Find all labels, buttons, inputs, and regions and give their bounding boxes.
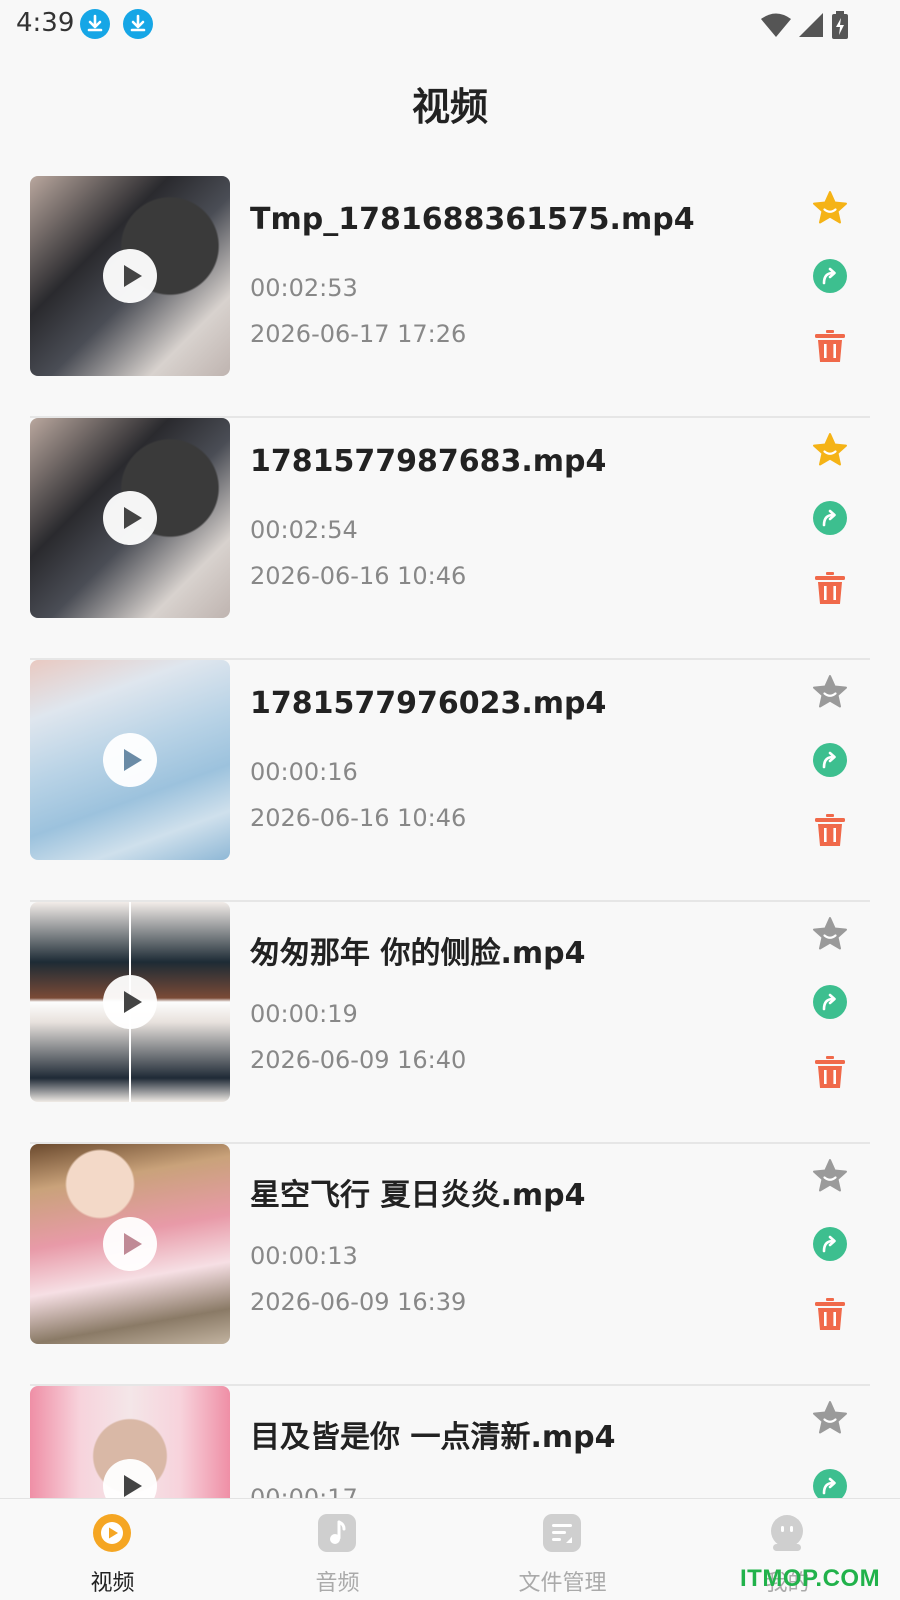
wifi-icon — [761, 13, 791, 37]
document-icon — [542, 1513, 582, 1553]
play-icon[interactable] — [103, 491, 157, 545]
video-item[interactable]: 星空飞行 夏日炎炎.mp4 00:00:13 2026-06-09 16:39 — [30, 1144, 870, 1386]
favorite-star-icon[interactable] — [812, 432, 848, 468]
video-name: 匆匆那年 你的侧脸.mp4 — [250, 936, 586, 971]
delete-trash-icon[interactable] — [812, 812, 848, 848]
share-icon[interactable] — [812, 258, 848, 294]
favorite-star-icon[interactable] — [812, 1158, 848, 1194]
profile-icon — [767, 1513, 807, 1553]
play-icon[interactable] — [103, 1459, 157, 1498]
video-thumbnail[interactable] — [30, 176, 230, 376]
share-icon[interactable] — [812, 1226, 848, 1262]
play-icon[interactable] — [103, 975, 157, 1029]
delete-trash-icon[interactable] — [812, 328, 848, 364]
status-time: 4:39 — [16, 8, 75, 38]
video-date: 2026-06-16 10:46 — [250, 804, 467, 832]
video-thumbnail[interactable] — [30, 660, 230, 860]
delete-trash-icon[interactable] — [812, 1054, 848, 1090]
video-item[interactable]: Tmp_1781688361575.mp4 00:02:53 2026-06-1… — [30, 176, 870, 418]
music-note-icon — [317, 1513, 357, 1553]
download-notification-icon — [123, 9, 153, 39]
play-icon[interactable] — [103, 1217, 157, 1271]
favorite-star-icon[interactable] — [812, 1400, 848, 1436]
play-circle-icon — [92, 1513, 132, 1553]
video-thumbnail[interactable] — [30, 1144, 230, 1344]
video-name: 1781577987683.mp4 — [250, 444, 607, 479]
tab-label: 视频 — [90, 1571, 135, 1596]
delete-trash-icon[interactable] — [812, 570, 848, 606]
video-duration: 00:00:16 — [250, 758, 358, 786]
video-thumbnail[interactable] — [30, 418, 230, 618]
play-icon[interactable] — [103, 249, 157, 303]
page-title: 视频 — [411, 85, 488, 129]
video-duration: 00:00:13 — [250, 1242, 358, 1270]
video-duration: 00:00:17 — [250, 1484, 358, 1498]
video-duration: 00:02:54 — [250, 516, 358, 544]
video-name: 1781577976023.mp4 — [250, 686, 607, 721]
tab-audio[interactable]: 音频 — [225, 1499, 450, 1600]
video-name: 目及皆是你 一点清新.mp4 — [250, 1420, 616, 1455]
video-date: 2026-06-16 10:46 — [250, 562, 467, 590]
tab-label: 文件管理 — [518, 1571, 607, 1596]
battery-icon — [832, 11, 848, 39]
favorite-star-icon[interactable] — [812, 674, 848, 710]
favorite-star-icon[interactable] — [812, 916, 848, 952]
video-date: 2026-06-09 16:40 — [250, 1046, 467, 1074]
share-icon[interactable] — [812, 984, 848, 1020]
video-name: 星空飞行 夏日炎炎.mp4 — [250, 1178, 586, 1213]
video-thumbnail[interactable] — [30, 902, 230, 1102]
tab-file-manager[interactable]: 文件管理 — [450, 1499, 675, 1600]
favorite-star-icon[interactable] — [812, 190, 848, 226]
video-duration: 00:00:19 — [250, 1000, 358, 1028]
share-icon[interactable] — [812, 742, 848, 778]
share-icon[interactable] — [812, 1468, 848, 1498]
tab-label: 音频 — [315, 1571, 360, 1596]
share-icon[interactable] — [812, 500, 848, 536]
video-item[interactable]: 匆匆那年 你的侧脸.mp4 00:00:19 2026-06-09 16:40 — [30, 902, 870, 1144]
video-date: 2026-06-09 16:39 — [250, 1288, 467, 1316]
play-icon[interactable] — [103, 733, 157, 787]
video-list[interactable]: Tmp_1781688361575.mp4 00:02:53 2026-06-1… — [30, 176, 870, 1498]
tab-video[interactable]: 视频 — [0, 1499, 225, 1600]
video-date: 2026-06-17 17:26 — [250, 320, 467, 348]
system-icons — [760, 10, 850, 40]
video-item[interactable]: 1781577987683.mp4 00:02:54 2026-06-16 10… — [30, 418, 870, 660]
delete-trash-icon[interactable] — [812, 1296, 848, 1332]
video-item[interactable]: 1781577976023.mp4 00:00:16 2026-06-16 10… — [30, 660, 870, 902]
video-thumbnail[interactable] — [30, 1386, 230, 1498]
signal-icon — [799, 13, 823, 37]
watermark: ITMOP.COM — [740, 1565, 881, 1592]
download-notification-icon — [80, 9, 110, 39]
video-name: Tmp_1781688361575.mp4 — [250, 202, 695, 237]
video-item[interactable]: 目及皆是你 一点清新.mp4 00:00:17 — [30, 1386, 870, 1498]
status-bar: 4:39 — [0, 0, 900, 50]
video-duration: 00:02:53 — [250, 274, 358, 302]
